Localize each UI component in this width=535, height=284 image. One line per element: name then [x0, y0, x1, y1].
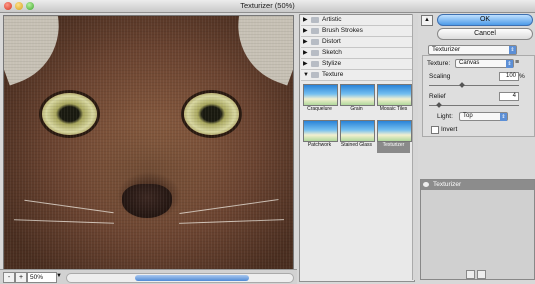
disclosure-triangle-icon[interactable]: ▶	[303, 15, 308, 25]
thumb-grain[interactable]: Grain	[340, 84, 375, 117]
disclosure-triangle-icon[interactable]: ▶	[303, 37, 308, 47]
scrollbar-thumb[interactable]	[135, 275, 249, 281]
relief-input[interactable]: 4	[499, 92, 519, 101]
invert-checkbox[interactable]	[431, 126, 439, 134]
delete-effect-layer-button[interactable]	[477, 270, 486, 279]
thumb-stained-glass[interactable]: Stained Glass	[340, 120, 375, 153]
texture-menu-icon[interactable]: ≡	[515, 59, 519, 66]
folder-icon	[311, 50, 319, 56]
disclosure-triangle-icon[interactable]: ▶	[303, 26, 308, 36]
relief-label: Relief	[429, 93, 446, 100]
cancel-button[interactable]: Cancel	[437, 28, 533, 40]
category-brush-strokes[interactable]: ▶ Brush Strokes	[301, 26, 413, 37]
texture-label: Texture:	[427, 60, 451, 67]
thumb-texturizer[interactable]: Texturizer	[377, 120, 412, 153]
effect-layers-list: Texturizer	[420, 179, 535, 280]
relief-slider-handle[interactable]	[436, 102, 442, 108]
chevron-updown-icon: ⇕	[509, 46, 516, 54]
category-artistic[interactable]: ▶ Artistic	[301, 15, 413, 26]
scaling-unit: %	[519, 73, 525, 80]
category-distort[interactable]: ▶ Distort	[301, 37, 413, 48]
folder-icon	[311, 17, 319, 23]
filter-select[interactable]: Texturizer ⇕	[428, 45, 517, 55]
category-stylize[interactable]: ▶ Stylize	[301, 59, 413, 70]
preview-image[interactable]	[3, 15, 294, 270]
scaling-input[interactable]: 100	[499, 72, 519, 81]
texture-select[interactable]: Canvas ⇕	[455, 59, 514, 68]
settings-panel: ▲ OK Cancel Texturizer ⇕ Texture: Canvas…	[418, 13, 535, 283]
category-texture[interactable]: ▼ Texture	[301, 70, 413, 81]
filter-settings: Texture: Canvas ⇕ ≡ Scaling 100 % Relief…	[422, 55, 535, 137]
new-effect-layer-button[interactable]	[466, 270, 475, 279]
disclosure-triangle-icon[interactable]: ▶	[303, 59, 308, 69]
chevron-updown-icon: ⇕	[500, 113, 507, 121]
zoom-statusbar: - + 50% ▼	[0, 269, 297, 284]
cat-photo	[4, 16, 293, 269]
collapse-gallery-button[interactable]: ▲	[421, 15, 433, 26]
light-label: Light:	[437, 113, 453, 120]
thumbnail-image	[340, 120, 375, 142]
folder-icon	[311, 72, 319, 78]
scaling-slider-handle[interactable]	[459, 82, 465, 88]
effect-layer-row[interactable]: Texturizer	[421, 180, 534, 190]
thumbnail-image	[377, 120, 412, 142]
thumb-craquelure[interactable]: Craquelure	[303, 84, 338, 117]
thumb-patchwork[interactable]: Patchwork	[303, 120, 338, 153]
category-sketch[interactable]: ▶ Sketch	[301, 48, 413, 59]
chevron-updown-icon: ⇕	[506, 60, 513, 68]
folder-icon	[311, 61, 319, 67]
zoom-level-field[interactable]: 50%	[27, 272, 57, 283]
invert-label: Invert	[441, 126, 458, 133]
zoom-in-button[interactable]: +	[15, 272, 27, 283]
disclosure-triangle-icon[interactable]: ▶	[303, 48, 308, 58]
ok-button[interactable]: OK	[437, 14, 533, 26]
window-titlebar: Texturizer (50%)	[0, 0, 535, 13]
folder-icon	[311, 28, 319, 34]
canvas-texture-overlay	[4, 16, 293, 269]
folder-icon	[311, 39, 319, 45]
window-title: Texturizer (50%)	[240, 1, 295, 10]
relief-slider[interactable]	[429, 102, 519, 108]
thumbnail-image	[340, 84, 375, 106]
light-select[interactable]: Top ⇕	[459, 112, 508, 121]
thumb-mosaic-tiles[interactable]: Mosaic Tiles	[377, 84, 412, 117]
eye-icon[interactable]	[423, 182, 429, 187]
filter-gallery: ▶ Artistic ▶ Brush Strokes ▶ Distort ▶ S…	[299, 14, 415, 282]
disclosure-triangle-expanded-icon[interactable]: ▼	[303, 70, 309, 80]
thumbnail-image	[303, 84, 338, 106]
horizontal-scrollbar[interactable]	[66, 273, 294, 283]
chevron-down-icon[interactable]: ▼	[56, 273, 62, 279]
thumbnail-image	[377, 84, 412, 106]
thumbnail-image	[303, 120, 338, 142]
zoom-out-button[interactable]: -	[3, 272, 15, 283]
scaling-slider[interactable]	[429, 82, 519, 88]
scaling-label: Scaling	[429, 73, 451, 80]
